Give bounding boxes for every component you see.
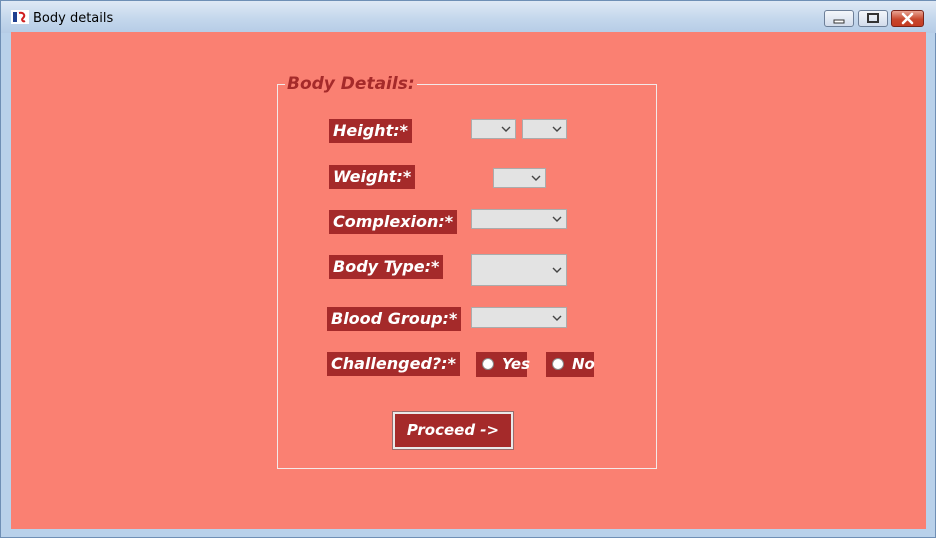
proceed-button[interactable]: Proceed -> xyxy=(392,411,514,450)
weight-label: Weight:* xyxy=(329,165,416,189)
close-button[interactable] xyxy=(891,10,924,27)
radio-button-icon xyxy=(552,358,564,370)
challenged-label: Challenged?:* xyxy=(327,352,460,376)
chevron-down-icon xyxy=(552,126,562,132)
complexion-label: Complexion:* xyxy=(329,210,458,234)
blood-group-select[interactable] xyxy=(471,307,567,328)
chevron-down-icon xyxy=(531,175,541,181)
height-inches-select[interactable] xyxy=(522,119,567,139)
chevron-down-icon xyxy=(552,216,562,222)
radio-button-icon xyxy=(482,358,494,370)
minimize-button[interactable] xyxy=(824,10,854,27)
chevron-down-icon xyxy=(501,126,511,132)
body-type-select[interactable] xyxy=(471,254,567,286)
form-background: Body Details: Height:* Weight:* Complexi… xyxy=(11,32,926,529)
radio-no-label: No xyxy=(572,355,595,373)
weight-select[interactable] xyxy=(493,168,546,188)
window-title: Body details xyxy=(33,11,114,26)
close-icon xyxy=(901,12,914,25)
chevron-down-icon xyxy=(552,267,562,273)
height-feet-select[interactable] xyxy=(471,119,516,139)
height-label: Height:* xyxy=(329,119,412,143)
radio-yes-label: Yes xyxy=(502,355,531,373)
challenged-yes-radio[interactable]: Yes xyxy=(476,352,531,377)
group-title: Body Details: xyxy=(285,74,417,94)
challenged-no-radio[interactable]: No xyxy=(546,352,595,377)
body-type-label: Body Type:* xyxy=(329,255,444,279)
minimize-icon xyxy=(833,19,845,24)
complexion-select[interactable] xyxy=(471,209,567,229)
app-window: Body details Body Details: Height:* Weig… xyxy=(0,0,936,538)
blood-group-label: Blood Group:* xyxy=(327,307,462,331)
maximize-icon xyxy=(867,13,879,23)
maximize-button[interactable] xyxy=(858,10,888,27)
app-icon xyxy=(11,10,29,24)
title-bar[interactable]: Body details xyxy=(1,1,936,33)
chevron-down-icon xyxy=(552,315,562,321)
